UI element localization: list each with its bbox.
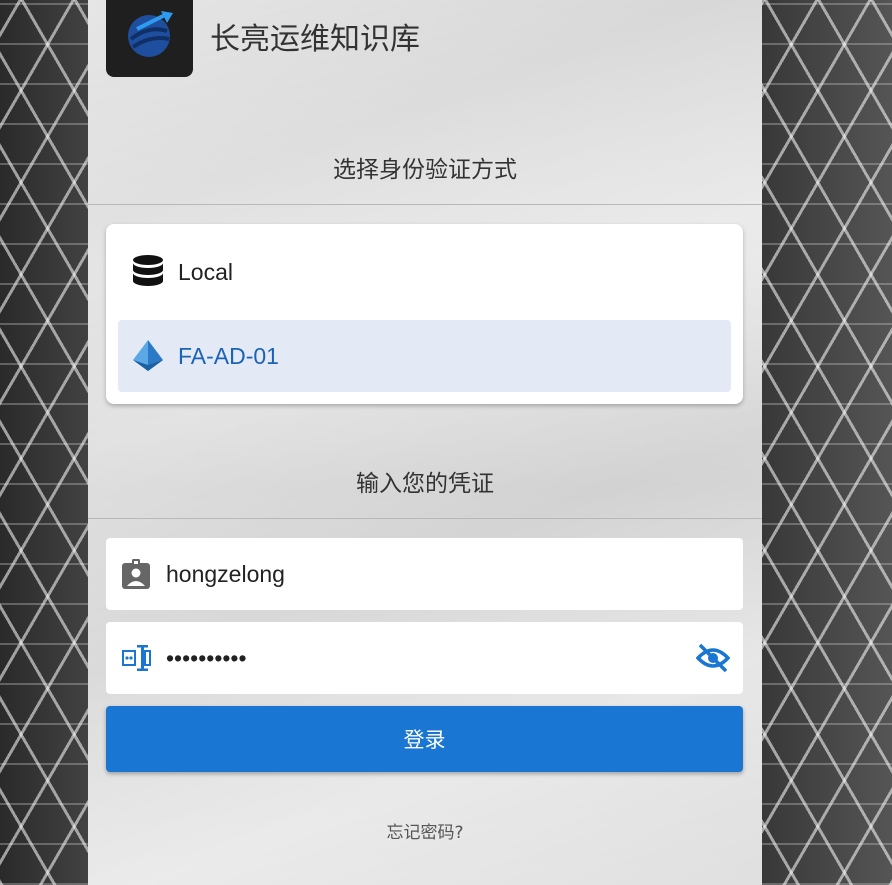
auth-method-list: Local FA-AD-01 [106, 224, 743, 404]
globe-arrow-logo-icon [127, 10, 173, 57]
auth-method-heading: 选择身份验证方式 [333, 157, 517, 183]
login-panel: 长亮运维知识库 选择身份验证方式 Local FA-AD-01 输入您的凭证 h… [88, 0, 762, 885]
database-icon [118, 254, 178, 290]
password-field[interactable] [106, 622, 743, 694]
azure-ad-icon [118, 339, 178, 373]
auth-option-label: Local [178, 258, 233, 285]
auth-option-label: FA-AD-01 [178, 342, 279, 369]
divider [88, 518, 762, 519]
divider [88, 204, 762, 205]
auth-option-local[interactable]: Local [118, 236, 731, 308]
credentials-heading: 输入您的凭证 [356, 471, 494, 497]
password-input[interactable] [166, 644, 683, 672]
forgot-password-link[interactable]: 忘记密码? [88, 818, 762, 843]
auth-option-fa-ad-01[interactable]: FA-AD-01 [118, 320, 731, 392]
app-logo [106, 0, 193, 77]
app-title: 长亮运维知识库 [210, 22, 420, 57]
username-field[interactable] [106, 538, 743, 610]
form-textbox-password-icon [106, 643, 166, 673]
login-button[interactable]: 登录 [106, 706, 743, 772]
username-input[interactable] [166, 560, 743, 588]
badge-account-icon [106, 558, 166, 590]
eye-off-icon[interactable] [683, 643, 743, 673]
